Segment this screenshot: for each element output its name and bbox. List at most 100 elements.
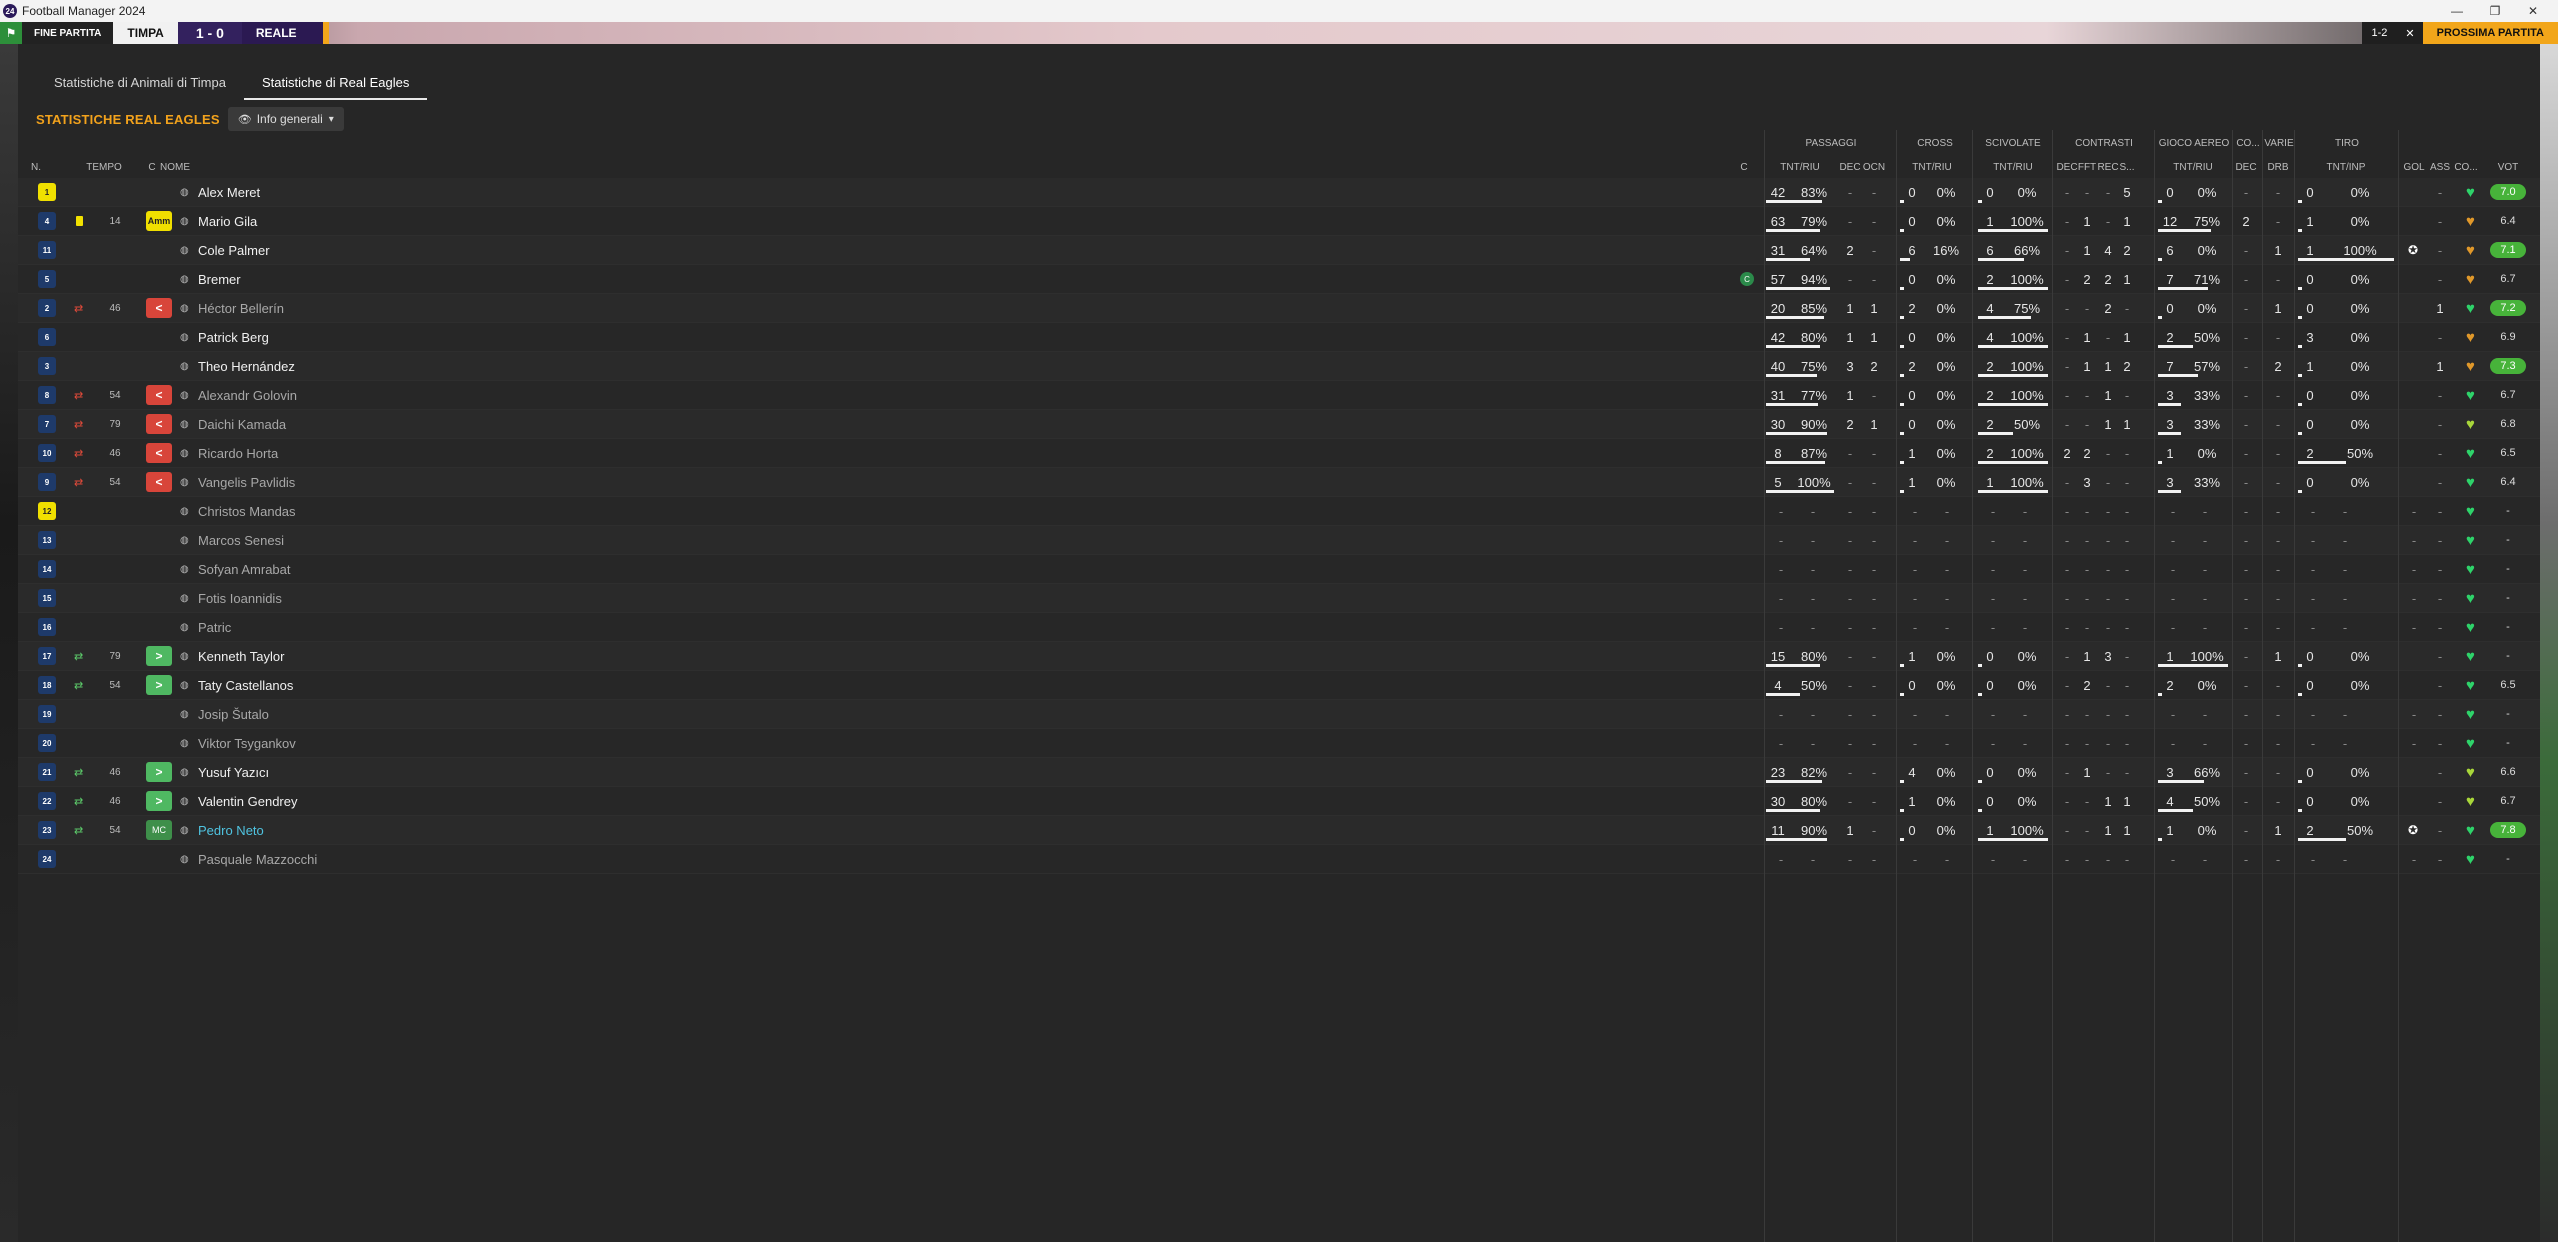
shots-pct: 0% [2350,387,2370,403]
player-name[interactable]: Pasquale Mazzocchi [198,845,317,873]
event-badge[interactable]: < [146,385,172,405]
col-sub-16[interactable]: VOT [2488,156,2528,178]
col-c[interactable]: C [142,156,162,178]
col-sub-10[interactable]: DEC [2232,156,2260,178]
table-row[interactable]: 6 ◍ Patrick Berg 42 80% 1 1 0 0% 4 100% -1-1 2 50% - -3… [18,323,2540,352]
table-row[interactable]: 15 ◍ Fotis Ioannidis - - - - - - - - - - - - - - - - - - - - - ♥… [18,584,2540,613]
table-row[interactable]: 11 ◍ Cole Palmer 31 64% 2-6 16% 6 66% -1 4 2 6 0% -1 1 1… [18,236,2540,265]
stat-empty: - [1778,561,1784,577]
table-row[interactable]: 5 ◍ Bremer C 57 94% - -0 0% 2 100% -2 2 1 7 71% - -0 0% - ♥ 6… [18,265,2540,294]
player-name[interactable]: Alex Meret [198,178,260,206]
maximize-icon[interactable]: ❐ [2476,0,2514,22]
table-row[interactable]: 23 ⇄ 54 MC ◍ Pedro Neto 11 90% 1-0 0% 1 100% - -1 1 1 0%… [18,816,2540,845]
col-sub-11[interactable]: DRB [2262,156,2294,178]
col-sub-7[interactable]: REC [2097,156,2118,178]
player-name[interactable]: Yusuf Yazıcı [198,758,269,786]
event-badge[interactable]: MC [146,820,172,840]
player-name[interactable]: Daichi Kamada [198,410,286,438]
table-row[interactable]: 19 ◍ Josip Šutalo - - - - - - - - - - - - - - - - - - - - - ♥ - [18,700,2540,729]
player-name[interactable]: Ricardo Horta [198,439,278,467]
table-row[interactable]: 13 ◍ Marcos Senesi - - - - - - - - - - - - - - - - - - - - - ♥ - [18,526,2540,555]
dribbles: 2 [2274,358,2282,374]
event-badge[interactable]: > [146,791,172,811]
event-badge[interactable]: < [146,414,172,434]
player-name[interactable]: Cole Palmer [198,236,270,264]
tackle-rec: - [2105,184,2111,200]
col-sub-9[interactable]: TNT/RIU [2156,156,2230,178]
next-match-button[interactable]: PROSSIMA PARTITA [2422,22,2558,44]
col-sub-8[interactable]: S... [2118,156,2136,178]
table-row[interactable]: 14 ◍ Sofyan Amrabat - - - - - - - - - - - - - - - - - - - - - ♥ - [18,555,2540,584]
col-sub-14[interactable]: ASS [2430,156,2450,178]
col-sub-0[interactable]: TNT/RIU [1764,156,1836,178]
player-name[interactable]: Héctor Bellerín [198,294,284,322]
club-crest-icon[interactable]: ⚑ [0,22,22,44]
close-match-icon[interactable]: ✕ [2397,22,2423,44]
event-badge[interactable]: Amm [146,211,172,231]
close-icon[interactable]: ✕ [2514,0,2552,22]
col-sub-2[interactable]: OCN [1862,156,1886,178]
table-row[interactable]: 22 ⇄ 46 > ◍ Valentin Gendrey 30 80% - -1 0% 0 0% - -1 1… [18,787,2540,816]
minimize-icon[interactable]: — [2438,0,2476,22]
player-name[interactable]: Viktor Tsygankov [198,729,296,757]
player-name[interactable]: Fotis Ioannidis [198,584,282,612]
player-name[interactable]: Valentin Gendrey [198,787,298,815]
table-row[interactable]: 10 ⇄ 46 < ◍ Ricardo Horta 8 87% - -1 0% 2 100% 2 2- -1 0… [18,439,2540,468]
col-sub-12[interactable]: TNT/INP [2296,156,2396,178]
table-row[interactable]: 20 ◍ Viktor Tsygankov - - - - - - - - - - - - - - - - - - - - -… [18,729,2540,758]
table-row[interactable]: 9 ⇄ 54 < ◍ Vangelis Pavlidis 5 100% - -1 0% 1 100% -3… [18,468,2540,497]
event-badge[interactable]: > [146,762,172,782]
player-name[interactable]: Patric [198,613,231,641]
player-name[interactable]: Marcos Senesi [198,526,284,554]
col-sub-15[interactable]: CO... [2452,156,2480,178]
col-sub-5[interactable]: DEC [2056,156,2077,178]
player-name[interactable]: Josip Šutalo [198,700,269,728]
table-row[interactable]: 21 ⇄ 46 > ◍ Yusuf Yazıcı 23 82% - -4 0% 0 0% -1- -3 66%… [18,758,2540,787]
player-name[interactable]: Kenneth Taylor [198,642,285,670]
table-row[interactable]: 8 ⇄ 54 < ◍ Alexandr Golovin 31 77% 1-0 0% 2 100% - -1… [18,381,2540,410]
col-sub-1[interactable]: DEC [1838,156,1862,178]
end-match-label[interactable]: FINE PARTITA [22,22,114,44]
player-name[interactable]: Sofyan Amrabat [198,555,291,583]
col-tempo[interactable]: TEMPO [74,156,134,178]
player-name[interactable]: Theo Hernández [198,352,295,380]
player-name[interactable]: Alexandr Golovin [198,381,297,409]
player-name[interactable]: Patrick Berg [198,323,269,351]
event-badge[interactable]: < [146,443,172,463]
player-name[interactable]: Vangelis Pavlidis [198,468,295,496]
col-number[interactable]: N. [22,156,50,178]
tab-real-eagles-stats[interactable]: Statistiche di Real Eagles [243,66,428,100]
player-name[interactable]: Mario Gila [198,207,257,235]
table-row[interactable]: 18 ⇄ 54 > ◍ Taty Castellanos 4 50% - -0 0% 0 0% -2- -2… [18,671,2540,700]
tab-timpa-stats[interactable]: Statistiche di Animali di Timpa [36,66,244,98]
col-sub-6[interactable]: FFT [2078,156,2096,178]
event-badge[interactable]: > [146,646,172,666]
table-row[interactable]: 12 ◍ Christos Mandas - - - - - - - - - - - - - - - - - - - - - ♥… [18,497,2540,526]
shots-bar [2298,432,2302,435]
morale-heart-icon: ♥ [2466,589,2475,607]
stat-empty: - [2022,619,2028,635]
table-row[interactable]: 1 ◍ Alex Meret 42 83% - -0 0% 0 0% - - -5 0 0% - -0 0% - ♥ 7… [18,178,2540,207]
table-row[interactable]: 2 ⇄ 46 < ◍ Héctor Bellerín 20 85% 1 1 2 0% 4 75% - -2-0… [18,294,2540,323]
tackle-bar [1978,229,2048,232]
table-row[interactable]: 24 ◍ Pasquale Mazzocchi - - - - - - - - - - - - - - - - - - -… [18,845,2540,874]
col-sub-4[interactable]: TNT/RIU [1976,156,2050,178]
table-row[interactable]: 4 14 Amm ◍ Mario Gila 63 79% - -0 0% 1 100% -1-1 12 75… [18,207,2540,236]
player-name[interactable]: Christos Mandas [198,497,296,525]
table-row[interactable]: 17 ⇄ 79 > ◍ Kenneth Taylor 15 80% - -1 0% 0 0% -1 3-1 1… [18,642,2540,671]
table-row[interactable]: 16 ◍ Patric - - - - - - - - - - - - - - - - - - - - - ♥ - [18,613,2540,642]
view-dropdown[interactable]: 👁 Info generali ▾ [227,107,344,131]
stat-empty: - [2411,706,2417,722]
col-sub-13[interactable]: GOL [2402,156,2426,178]
col-name[interactable]: NOME [160,156,200,178]
event-badge[interactable]: < [146,472,172,492]
event-badge[interactable]: > [146,675,172,695]
col-captain[interactable]: C [1734,156,1754,178]
event-badge[interactable]: < [146,298,172,318]
col-sub-3[interactable]: TNT/RIU [1898,156,1966,178]
player-name[interactable]: Pedro Neto [198,816,264,844]
player-name[interactable]: Bremer [198,265,241,293]
player-name[interactable]: Taty Castellanos [198,671,293,699]
table-row[interactable]: 3 ◍ Theo Hernández 40 75% 3 2 2 0% 2 100% -1 1 2 7 57% -… [18,352,2540,381]
table-row[interactable]: 7 ⇄ 79 < ◍ Daichi Kamada 30 90% 2 1 0 0% 2 50% - -1 1 3 33… [18,410,2540,439]
